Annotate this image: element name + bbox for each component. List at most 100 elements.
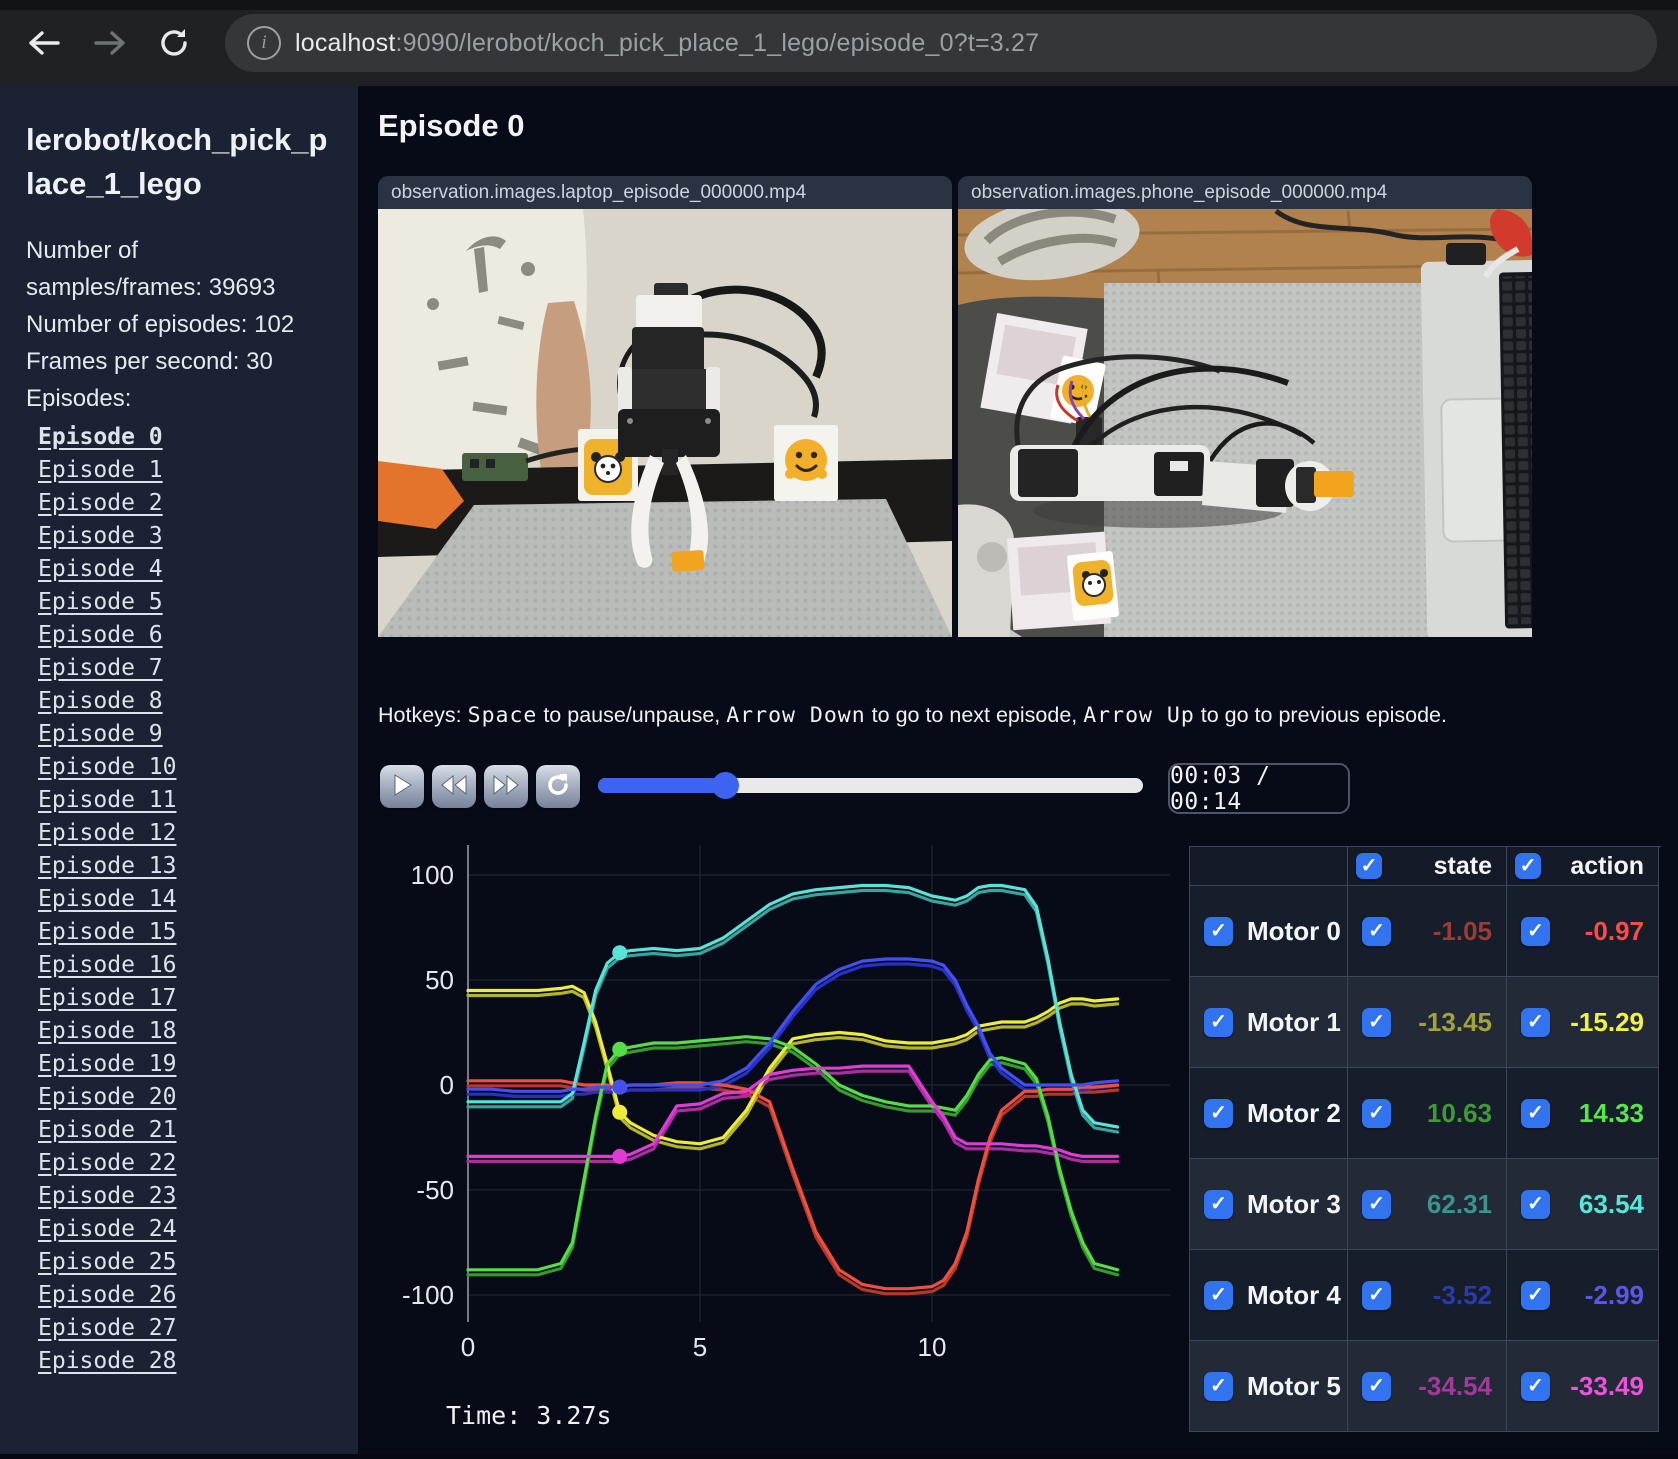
episode-link[interactable]: Episode 0 — [38, 421, 336, 454]
episode-link[interactable]: Episode 28 — [38, 1345, 336, 1378]
checkbox-checked-icon[interactable] — [1362, 916, 1391, 946]
motor-label: Motor 4 — [1247, 1279, 1341, 1310]
motor-table: state action Motor 0 -1.05 -0.97 Motor 1 -13.4… — [1189, 846, 1661, 1432]
arrow-up-key-label: Arrow Up — [1083, 703, 1195, 728]
dataset-stats: Number of samples/frames: 39693 Number of … — [26, 232, 336, 417]
lego-baseplate — [378, 499, 952, 637]
stat-line: Number of episodes: 102 — [26, 311, 295, 338]
episode-link[interactable]: Episode 22 — [38, 1147, 336, 1180]
checkbox-checked-icon[interactable] — [1521, 1371, 1550, 1401]
motor-action-value: 63.54 — [1578, 1188, 1644, 1219]
episode-list: Episode 0 Episode 1 Episode 2 Episode 3 Epis… — [38, 421, 336, 1378]
smiley-card — [774, 425, 838, 501]
video-label: observation.images.phone_episode_000000.… — [958, 176, 1532, 209]
episode-link[interactable]: Episode 25 — [38, 1246, 336, 1279]
checkbox-checked-icon[interactable] — [1521, 1098, 1550, 1128]
checkbox-checked-icon[interactable] — [1204, 916, 1233, 946]
episode-link[interactable]: Episode 11 — [38, 784, 336, 817]
episode-link[interactable]: Episode 24 — [38, 1213, 336, 1246]
space-key-label: Space — [467, 703, 538, 728]
svg-text:0: 0 — [440, 1070, 454, 1100]
stat-line: Episodes: — [26, 385, 132, 412]
phone-video-frame[interactable] — [958, 209, 1532, 637]
laptop-video-frame[interactable] — [378, 209, 952, 637]
episode-link[interactable]: Episode 1 — [38, 454, 336, 487]
checkbox-checked-icon[interactable] — [1356, 853, 1382, 879]
back-button[interactable] — [22, 22, 66, 66]
url-bar[interactable]: i localhost:9090/lerobot/koch_pick_place… — [225, 14, 1657, 72]
checkbox-checked-icon[interactable] — [1204, 1007, 1233, 1037]
episode-link[interactable]: Episode 10 — [38, 751, 336, 784]
dataset-title: lerobot/koch_pick_place_1_lego — [26, 122, 328, 201]
episode-link[interactable]: Episode 20 — [38, 1081, 336, 1114]
phone-camera-scene — [958, 209, 1532, 637]
stat-line: Frames per second: 30 — [26, 348, 273, 375]
motor-action-value: 14.33 — [1578, 1097, 1644, 1128]
url-text: localhost:9090/lerobot/koch_pick_place_1… — [295, 28, 1040, 57]
svg-text:100: 100 — [411, 860, 454, 890]
motor-label: Motor 5 — [1247, 1370, 1341, 1401]
checkbox-checked-icon[interactable] — [1204, 1280, 1233, 1310]
episode-link[interactable]: Episode 17 — [38, 982, 336, 1015]
motor-state-value: 62.31 — [1426, 1188, 1492, 1219]
episode-link[interactable]: Episode 12 — [38, 817, 336, 850]
back-arrow-icon — [25, 27, 63, 62]
orange-lego-block — [671, 550, 705, 572]
episode-link[interactable]: Episode 18 — [38, 1015, 336, 1048]
episode-link[interactable]: Episode 14 — [38, 883, 336, 916]
checkbox-checked-icon[interactable] — [1204, 1098, 1233, 1128]
episode-link[interactable]: Episode 21 — [38, 1114, 336, 1147]
checkbox-checked-icon[interactable] — [1521, 916, 1550, 946]
episode-link[interactable]: Episode 27 — [38, 1312, 336, 1345]
episode-link[interactable]: Episode 4 — [38, 553, 336, 586]
checkbox-checked-icon[interactable] — [1515, 853, 1541, 879]
checkbox-checked-icon[interactable] — [1362, 1189, 1391, 1219]
site-info-icon[interactable]: i — [247, 26, 281, 60]
stat-line: samples/frames: 39693 — [26, 274, 276, 301]
episode-link[interactable]: Episode 3 — [38, 520, 336, 553]
forward-arrow-icon — [91, 27, 129, 62]
checkbox-checked-icon[interactable] — [1521, 1189, 1550, 1219]
svg-text:10: 10 — [918, 1332, 947, 1362]
motor-chart: 100 50 0 -50 -100 0 5 10 Time: 3.27s — [358, 790, 1170, 1454]
checkbox-checked-icon[interactable] — [1204, 1189, 1233, 1219]
laptop-camera-video[interactable]: observation.images.laptop_episode_000000… — [378, 176, 952, 637]
checkbox-checked-icon[interactable] — [1521, 1280, 1550, 1310]
phone-camera-video[interactable]: observation.images.phone_episode_000000.… — [958, 176, 1532, 637]
motor-state-value: -1.05 — [1432, 915, 1492, 946]
sidebar: lerobot/koch_pick_place_1_lego Number of… — [0, 86, 358, 1454]
tab-strip — [0, 0, 1678, 10]
checkbox-checked-icon[interactable] — [1362, 1371, 1391, 1401]
episode-link[interactable]: Episode 15 — [38, 916, 336, 949]
checkbox-checked-icon[interactable] — [1204, 1371, 1233, 1401]
episode-link[interactable]: Episode 6 — [38, 619, 336, 652]
motor-state-value: 10.63 — [1426, 1097, 1492, 1128]
bottom-box-panda — [1006, 531, 1120, 631]
motor-action-value: -15.29 — [1570, 1006, 1644, 1037]
charger — [1446, 243, 1486, 265]
episode-link[interactable]: Episode 2 — [38, 487, 336, 520]
episode-link[interactable]: Episode 13 — [38, 850, 336, 883]
reload-button[interactable] — [152, 22, 196, 66]
episode-link[interactable]: Episode 23 — [38, 1180, 336, 1213]
checkbox-checked-icon[interactable] — [1362, 1098, 1391, 1128]
motor-label: Motor 3 — [1247, 1188, 1341, 1219]
svg-text:0: 0 — [461, 1332, 475, 1362]
checkbox-checked-icon[interactable] — [1362, 1280, 1391, 1310]
motor-label: Motor 1 — [1247, 1006, 1341, 1037]
arrow-down-key-label: Arrow Down — [726, 703, 866, 728]
episode-link[interactable]: Episode 9 — [38, 718, 336, 751]
motor-state-value: -3.52 — [1432, 1279, 1492, 1310]
episode-link[interactable]: Episode 5 — [38, 586, 336, 619]
checkbox-checked-icon[interactable] — [1362, 1007, 1391, 1037]
episode-link[interactable]: Episode 19 — [38, 1048, 336, 1081]
svg-text:-100: -100 — [402, 1280, 454, 1310]
episode-link[interactable]: Episode 8 — [38, 685, 336, 718]
episode-link[interactable]: Episode 7 — [38, 652, 336, 685]
checkbox-checked-icon[interactable] — [1521, 1007, 1550, 1037]
forward-button[interactable] — [88, 22, 132, 66]
stat-line: Number of — [26, 237, 139, 264]
episode-link[interactable]: Episode 26 — [38, 1279, 336, 1312]
main-content: Episode 0 observation.images.laptop_epis… — [358, 86, 1678, 1454]
episode-link[interactable]: Episode 16 — [38, 949, 336, 982]
